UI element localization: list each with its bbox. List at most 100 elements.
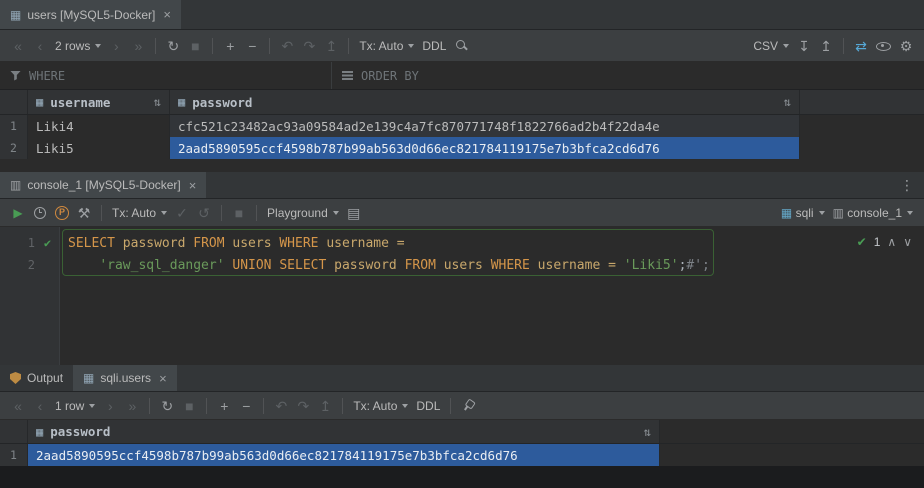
tab-users-grid[interactable]: ▦ users [MySQL5-Docker] ×	[0, 0, 181, 29]
column-header-username[interactable]: ▦ username ⇅	[28, 90, 170, 114]
divider	[450, 398, 451, 414]
line-number: 1	[28, 236, 35, 250]
export-format-dropdown[interactable]: CSV	[750, 35, 792, 57]
divider	[269, 38, 270, 54]
last-page-button[interactable]: »	[128, 35, 148, 57]
submit-changes-button[interactable]: ↥	[315, 395, 335, 417]
chevron-down-icon	[333, 211, 339, 215]
divider	[101, 205, 102, 221]
where-filter-input[interactable]: WHERE	[0, 62, 332, 89]
more-options-icon[interactable]: ⋮	[890, 172, 924, 198]
add-row-button[interactable]: +	[220, 35, 240, 57]
stop-button[interactable]: ■	[185, 35, 205, 57]
order-by-input[interactable]: ORDER BY	[332, 62, 429, 89]
grid-corner[interactable]	[0, 90, 28, 114]
editor-code-area[interactable]: SELECT password FROM users WHERE usernam…	[60, 227, 924, 365]
chevron-down-icon	[89, 404, 95, 408]
grid-cell[interactable]: Liki4	[28, 115, 170, 137]
session-group: ▦ sqli ▥ console_1	[778, 202, 916, 224]
grid-cell[interactable]: Liki5	[28, 137, 170, 159]
tx-mode-dropdown[interactable]: Tx: Auto	[109, 202, 170, 224]
tab-sqli-users[interactable]: ▦ sqli.users ×	[73, 365, 177, 391]
view-as-table-button[interactable]: ▤	[344, 202, 364, 224]
grid-corner[interactable]	[0, 420, 28, 443]
rollback-button[interactable]: ↺	[194, 202, 214, 224]
grid-cell[interactable]: 2aad5890595ccf4598b787b99ab563d0d66ec821…	[28, 444, 660, 466]
grid-cell[interactable]: 2aad5890595ccf4598b787b99ab563d0d66ec821…	[170, 137, 800, 159]
schema-selector[interactable]: ▦ sqli	[778, 202, 828, 224]
inline-result-widget: ✔ 1 ∧ ∨	[857, 235, 912, 249]
page-size-dropdown[interactable]: 2 rows	[52, 35, 104, 57]
next-result-icon[interactable]: ∨	[903, 235, 912, 249]
previous-page-button[interactable]: ‹	[30, 35, 50, 57]
stop-button[interactable]: ■	[229, 202, 249, 224]
sort-icon[interactable]: ⇅	[784, 95, 791, 109]
last-page-button[interactable]: »	[122, 395, 142, 417]
sql-editor[interactable]: 1✔2 SELECT password FROM users WHERE use…	[0, 227, 924, 365]
sort-icon[interactable]: ⇅	[644, 425, 651, 439]
reload-data-button[interactable]: ↻	[157, 395, 177, 417]
tab-label: console_1 [MySQL5-Docker]	[27, 178, 180, 192]
next-page-button[interactable]: ›	[106, 35, 126, 57]
row-number[interactable]: 1	[0, 444, 28, 466]
divider	[256, 205, 257, 221]
reload-data-button[interactable]: ↻	[163, 35, 183, 57]
add-row-button[interactable]: +	[214, 395, 234, 417]
delete-row-button[interactable]: −	[242, 35, 262, 57]
statement-highlight-box	[62, 229, 714, 276]
ddl-button[interactable]: DDL	[419, 35, 449, 57]
divider	[221, 205, 222, 221]
view-options-button[interactable]	[873, 35, 894, 57]
tx-mode-dropdown[interactable]: Tx: Auto	[356, 35, 417, 57]
chevron-down-icon	[819, 211, 825, 215]
delete-row-button[interactable]: −	[236, 395, 256, 417]
session-selector[interactable]: ▥ console_1	[830, 202, 916, 224]
export-data-button[interactable]: ↧	[794, 35, 814, 57]
column-label: username	[50, 95, 110, 110]
previous-page-button[interactable]: ‹	[30, 395, 50, 417]
result-count: 1	[874, 235, 881, 249]
compare-data-button[interactable]: ⇄	[851, 35, 871, 57]
grid-cell[interactable]: cfc521c23482ac93a09584ad2e139c4a7fc87077…	[170, 115, 800, 137]
sort-icon[interactable]: ⇅	[154, 95, 161, 109]
table-row[interactable]: 1Liki4cfc521c23482ac93a09584ad2e139c4a7f…	[0, 115, 924, 137]
close-icon[interactable]: ×	[159, 372, 167, 385]
row-number[interactable]: 2	[0, 137, 28, 159]
ddl-button[interactable]: DDL	[413, 395, 443, 417]
pin-tab-button[interactable]	[458, 395, 478, 417]
search-icon[interactable]	[451, 35, 471, 57]
datagrip-window: ▦ users [MySQL5-Docker] × « ‹ 2 rows › »…	[0, 0, 924, 488]
next-page-button[interactable]: ›	[100, 395, 120, 417]
header-filler	[660, 420, 924, 443]
table-row[interactable]: 2Liki52aad5890595ccf4598b787b99ab563d0d6…	[0, 137, 924, 159]
previous-result-icon[interactable]: ∧	[887, 235, 896, 249]
tx-mode-dropdown[interactable]: Tx: Auto	[350, 395, 411, 417]
query-history-button[interactable]	[30, 202, 50, 224]
data-toolbar: « ‹ 2 rows › » ↻ ■ + − ↶ ↷ ↥ Tx: Auto DD…	[0, 30, 924, 62]
execute-button[interactable]: ▶	[8, 202, 28, 224]
chevron-down-icon	[161, 211, 167, 215]
console-settings-button[interactable]: ⚒	[74, 202, 94, 224]
close-icon[interactable]: ×	[189, 179, 197, 192]
revert-changes-button[interactable]: ↶	[277, 35, 297, 57]
submit-changes-button[interactable]: ↥	[321, 35, 341, 57]
redo-button[interactable]: ↷	[293, 395, 313, 417]
settings-button[interactable]: ⚙	[896, 35, 916, 57]
column-header-password[interactable]: ▦ password ⇅	[28, 420, 660, 443]
close-icon[interactable]: ×	[163, 8, 171, 21]
first-page-button[interactable]: «	[8, 395, 28, 417]
tab-output[interactable]: Output	[0, 365, 73, 391]
stop-button[interactable]: ■	[179, 395, 199, 417]
table-row[interactable]: 12aad5890595ccf4598b787b99ab563d0d66ec82…	[0, 444, 924, 466]
import-data-button[interactable]: ↥	[816, 35, 836, 57]
commit-button[interactable]: ✓	[172, 202, 192, 224]
parameters-button[interactable]: P	[52, 202, 72, 224]
row-number[interactable]: 1	[0, 115, 28, 137]
redo-button[interactable]: ↷	[299, 35, 319, 57]
tab-console-1[interactable]: ▥ console_1 [MySQL5-Docker] ×	[0, 172, 206, 198]
revert-changes-button[interactable]: ↶	[271, 395, 291, 417]
first-page-button[interactable]: «	[8, 35, 28, 57]
page-size-dropdown[interactable]: 1 row	[52, 395, 98, 417]
column-header-password[interactable]: ▦ password ⇅	[170, 90, 800, 114]
playground-mode-dropdown[interactable]: Playground	[264, 202, 342, 224]
